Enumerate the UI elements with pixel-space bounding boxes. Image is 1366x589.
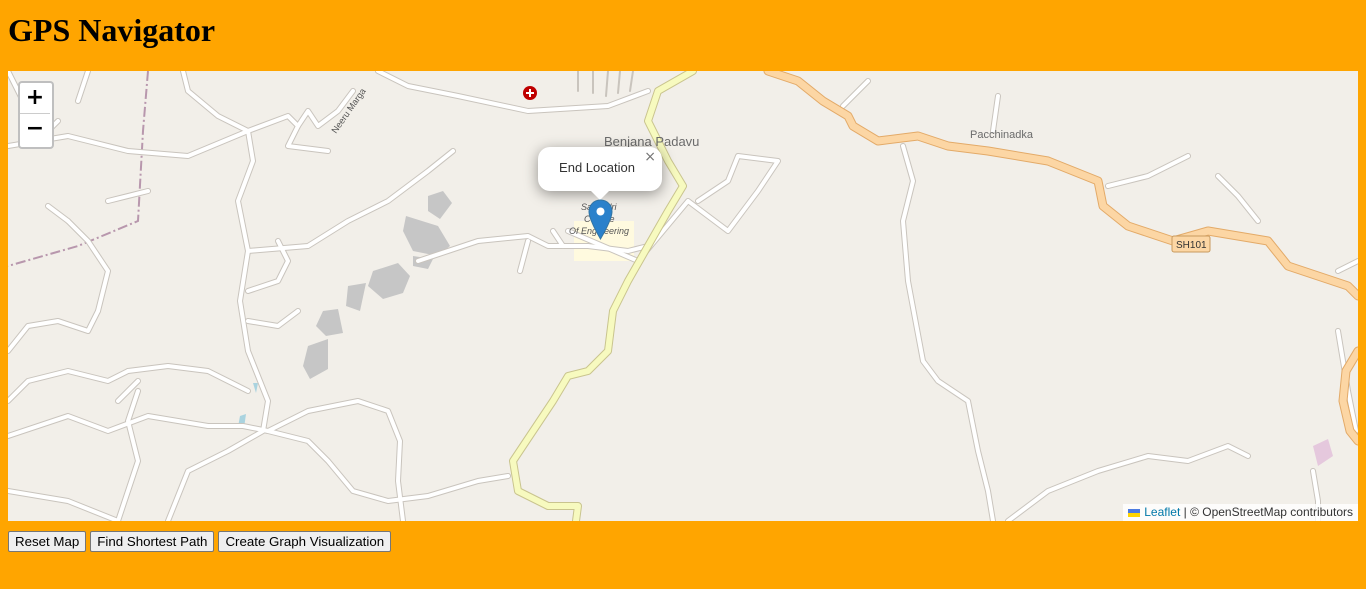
road-shield-label: SH101: [1176, 240, 1207, 251]
leaflet-link[interactable]: Leaflet: [1144, 505, 1180, 519]
zoom-control: + −: [18, 81, 54, 149]
label-pacchinadka: Pacchinadka: [970, 129, 1034, 141]
map-container[interactable]: Benjana Padavu Pacchinadka Neeru Marga S…: [8, 71, 1358, 521]
major-road: [763, 71, 1358, 446]
zoom-out-button[interactable]: −: [20, 114, 50, 144]
popup-text: End Location: [559, 160, 635, 175]
reset-map-button[interactable]: Reset Map: [8, 531, 87, 552]
zoom-in-button[interactable]: +: [20, 83, 50, 114]
attribution-text: | © OpenStreetMap contributors: [1180, 505, 1353, 519]
map-marker-icon[interactable]: [588, 199, 613, 240]
quarry-areas: [303, 191, 452, 379]
road-shield-sh101: SH101: [1171, 235, 1211, 253]
popup-close-button[interactable]: ×: [644, 149, 656, 165]
create-graph-visualization-button[interactable]: Create Graph Visualization: [218, 531, 392, 552]
hospital-icon: [523, 86, 537, 100]
popup: End Location ×: [538, 147, 662, 200]
residential-area: [1313, 439, 1333, 466]
ukraine-flag-icon: [1128, 509, 1141, 517]
page-title: GPS Navigator: [8, 12, 216, 48]
find-shortest-path-button[interactable]: Find Shortest Path: [90, 531, 215, 552]
map-tiles[interactable]: Benjana Padavu Pacchinadka Neeru Marga S…: [8, 71, 1358, 521]
map-attribution: Leaflet | © OpenStreetMap contributors: [1123, 504, 1358, 521]
pond-1: [253, 383, 258, 393]
control-buttons: Reset Map Find Shortest Path Create Grap…: [8, 531, 392, 552]
